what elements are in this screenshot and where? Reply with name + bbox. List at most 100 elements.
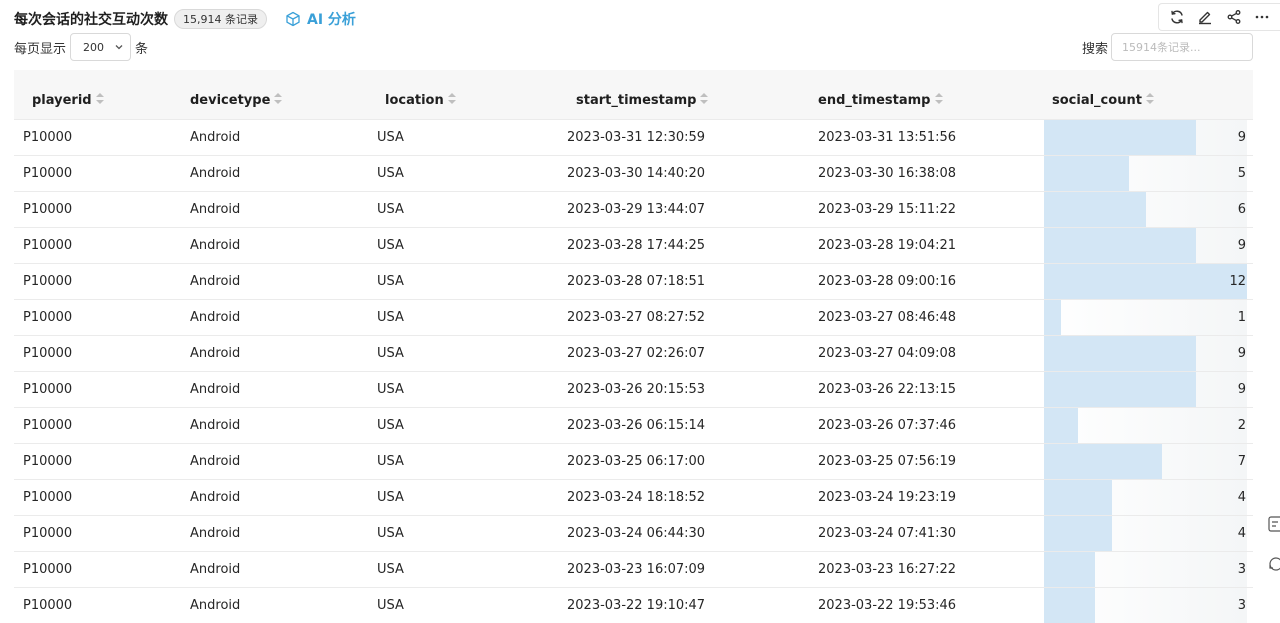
column-header-end-timestamp[interactable]: end_timestamp: [795, 70, 1037, 119]
social-count-value: 4: [1237, 489, 1246, 505]
column-header-label: start_timestamp: [576, 92, 697, 108]
column-header-label: location: [385, 92, 444, 108]
cell-playerid: P10000: [23, 597, 73, 613]
table-row[interactable]: P10000 Android USA 2023-03-22 19:10:47 2023-…: [14, 587, 1253, 623]
cell-playerid: P10000: [23, 201, 73, 217]
table-row[interactable]: P10000 Android USA 2023-03-28 07:18:51 2023-…: [14, 263, 1253, 299]
data-table-container: playerid devicetype location start_times…: [14, 70, 1253, 623]
cell-social-count: 3: [1037, 551, 1253, 587]
cell-social-count: 9: [1037, 371, 1253, 407]
cell-location: USA: [377, 309, 404, 325]
cell-start-timestamp: 2023-03-24 18:18:52: [567, 489, 706, 505]
cell-devicetype: Android: [190, 489, 241, 505]
header-row: playerid devicetype location start_times…: [14, 70, 1253, 119]
more-icon[interactable]: [1251, 6, 1273, 28]
cell-start-timestamp: 2023-03-31 12:30:59: [567, 129, 706, 145]
table-row[interactable]: P10000 Android USA 2023-03-27 08:27:52 2023-…: [14, 299, 1253, 335]
table-row[interactable]: P10000 Android USA 2023-03-24 06:44:30 2023-…: [14, 515, 1253, 551]
cell-social-count: 3: [1037, 587, 1253, 623]
data-bar: [1044, 407, 1078, 443]
cell-playerid: P10000: [23, 489, 73, 505]
cell-devicetype: Android: [190, 273, 241, 289]
table-row[interactable]: P10000 Android USA 2023-03-26 20:15:53 2023-…: [14, 371, 1253, 407]
notes-icon[interactable]: [1266, 514, 1280, 534]
cell-location: USA: [377, 345, 404, 361]
social-count-value: 1: [1237, 309, 1246, 325]
table-row[interactable]: P10000 Android USA 2023-03-28 17:44:25 2023-…: [14, 227, 1253, 263]
cell-location: USA: [377, 237, 404, 253]
cell-social-count: 6: [1037, 191, 1253, 227]
share-icon[interactable]: [1223, 6, 1245, 28]
social-count-value: 3: [1237, 597, 1246, 613]
cell-start-timestamp: 2023-03-28 07:18:51: [567, 273, 706, 289]
cell-social-count: 5: [1037, 155, 1253, 191]
cell-playerid: P10000: [23, 417, 73, 433]
cell-devicetype: Android: [190, 525, 241, 541]
sort-icon[interactable]: [934, 93, 943, 105]
social-count-value: 9: [1237, 345, 1246, 361]
table-row[interactable]: P10000 Android USA 2023-03-30 14:40:20 2023-…: [14, 155, 1253, 191]
table-widget: 每次会话的社交互动次数 15,914 条记录 AI 分析 每页显示 200 条 …: [0, 0, 1280, 623]
cell-start-timestamp: 2023-03-28 17:44:25: [567, 237, 706, 253]
column-header-playerid[interactable]: playerid: [14, 70, 181, 119]
sort-icon[interactable]: [1145, 93, 1154, 105]
chevron-down-icon: [115, 45, 123, 50]
cell-start-timestamp: 2023-03-27 02:26:07: [567, 345, 706, 361]
data-bar: [1044, 587, 1095, 623]
support-icon[interactable]: [1266, 554, 1280, 574]
cell-start-timestamp: 2023-03-24 06:44:30: [567, 525, 706, 541]
column-header-social-count[interactable]: social_count: [1037, 70, 1253, 119]
cell-location: USA: [377, 273, 404, 289]
cell-end-timestamp: 2023-03-24 07:41:30: [818, 525, 957, 541]
sort-icon[interactable]: [95, 93, 104, 105]
social-count-value: 12: [1229, 273, 1246, 289]
table-row[interactable]: P10000 Android USA 2023-03-27 02:26:07 2023-…: [14, 335, 1253, 371]
cell-end-timestamp: 2023-03-22 19:53:46: [818, 597, 957, 613]
cell-location: USA: [377, 201, 404, 217]
refresh-icon[interactable]: [1166, 6, 1188, 28]
column-header-devicetype[interactable]: devicetype: [181, 70, 377, 119]
search-label: 搜索: [1082, 42, 1109, 57]
column-header-start-timestamp[interactable]: start_timestamp: [544, 70, 795, 119]
pagination-controls: 每页显示 200 条: [14, 33, 148, 61]
social-count-value: 4: [1237, 525, 1246, 541]
column-header-label: playerid: [32, 92, 92, 108]
cell-devicetype: Android: [190, 165, 241, 181]
data-bar-track: [1044, 299, 1247, 335]
cell-location: USA: [377, 525, 404, 541]
column-header-label: end_timestamp: [818, 92, 931, 108]
sort-icon[interactable]: [274, 93, 283, 105]
ai-analysis-button[interactable]: AI 分析: [285, 9, 356, 29]
column-header-label: devicetype: [190, 92, 271, 108]
search-input[interactable]: [1111, 33, 1253, 61]
column-header-location[interactable]: location: [377, 70, 544, 119]
cell-devicetype: Android: [190, 201, 241, 217]
side-float-tools: [1266, 514, 1280, 594]
data-bar: [1044, 335, 1197, 371]
cell-devicetype: Android: [190, 309, 241, 325]
table-row[interactable]: P10000 Android USA 2023-03-25 06:17:00 2023-…: [14, 443, 1253, 479]
cell-playerid: P10000: [23, 237, 73, 253]
cell-start-timestamp: 2023-03-26 06:15:14: [567, 417, 706, 433]
data-bar: [1044, 371, 1197, 407]
widget-toolbar: [1158, 3, 1280, 31]
table-row[interactable]: P10000 Android USA 2023-03-31 12:30:59 2023-…: [14, 119, 1253, 155]
edit-icon[interactable]: [1194, 6, 1216, 28]
cell-playerid: P10000: [23, 381, 73, 397]
cell-end-timestamp: 2023-03-29 15:11:22: [818, 201, 957, 217]
cell-start-timestamp: 2023-03-30 14:40:20: [567, 165, 706, 181]
cell-start-timestamp: 2023-03-22 19:10:47: [567, 597, 706, 613]
table-row[interactable]: P10000 Android USA 2023-03-29 13:44:07 2023-…: [14, 191, 1253, 227]
data-bar: [1044, 263, 1247, 299]
cell-social-count: 9: [1037, 227, 1253, 263]
page-size-select[interactable]: 200: [70, 33, 132, 61]
cell-location: USA: [377, 129, 404, 145]
cell-social-count: 1: [1037, 299, 1253, 335]
sort-icon[interactable]: [700, 93, 709, 105]
cell-end-timestamp: 2023-03-23 16:27:22: [818, 561, 957, 577]
table-row[interactable]: P10000 Android USA 2023-03-23 16:07:09 2023-…: [14, 551, 1253, 587]
cell-end-timestamp: 2023-03-28 09:00:16: [818, 273, 957, 289]
sort-icon[interactable]: [447, 93, 456, 105]
table-row[interactable]: P10000 Android USA 2023-03-26 06:15:14 2023-…: [14, 407, 1253, 443]
table-row[interactable]: P10000 Android USA 2023-03-24 18:18:52 2023-…: [14, 479, 1253, 515]
